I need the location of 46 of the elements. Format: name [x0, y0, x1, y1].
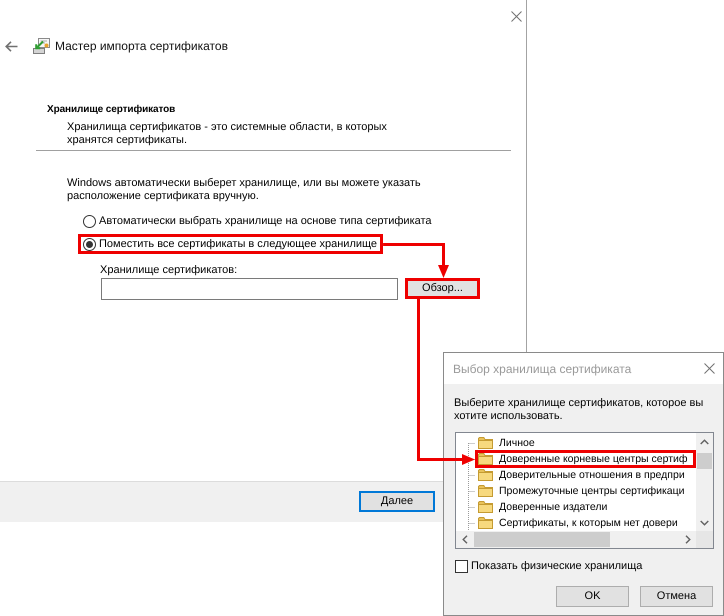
chevron-right-icon[interactable] — [684, 535, 690, 544]
certificate-import-icon — [33, 38, 50, 54]
dialog-button[interactable]: OK — [556, 586, 629, 607]
dialog-button[interactable]: Отмена — [640, 586, 713, 607]
radio-label[interactable]: Поместить все сертификаты в следующее хранилище — [99, 237, 378, 251]
chevron-down-icon[interactable] — [700, 520, 709, 526]
folder-icon — [478, 485, 493, 497]
close-icon — [511, 11, 522, 22]
next-button[interactable]: Далее — [359, 491, 435, 512]
horizontal-scrollbar[interactable] — [456, 531, 696, 548]
browse-button[interactable]: Обзор... — [408, 281, 477, 296]
back-button[interactable] — [5, 40, 18, 52]
radio-label[interactable]: Автоматически выбрать хранилище на основе типа сертификата — [99, 214, 432, 228]
scrollbar-thumb[interactable] — [474, 532, 610, 547]
checkbox-label[interactable]: Показать физические хранилища — [471, 560, 642, 572]
scrollbar-thumb[interactable] — [697, 453, 712, 469]
section-heading: Хранилище сертификатов — [47, 103, 176, 117]
close-button[interactable] — [704, 363, 715, 374]
field-label: Хранилище сертификатов: — [100, 263, 238, 277]
radio-button[interactable] — [83, 214, 96, 228]
close-button[interactable] — [511, 10, 522, 23]
window-title: Мастер импорта сертификатов — [55, 38, 228, 55]
store-item[interactable]: Доверенные корневые центры сертиф — [478, 453, 693, 465]
dialog-prompt: Выберите хранилище сертификатов, которое вы хотите использовать. — [454, 397, 704, 423]
back-arrow-icon — [5, 40, 18, 52]
folder-icon — [478, 469, 493, 481]
intro-text: Windows автоматически выберет хранилище, или вы можете указать расположение сертификата вручную. — [67, 177, 422, 203]
store-item[interactable]: Сертификаты, к которым нет довери — [478, 517, 693, 529]
store-item[interactable]: Промежуточные центры сертификаци — [478, 485, 693, 497]
radio-button[interactable] — [83, 238, 96, 250]
store-item[interactable]: Личное — [478, 437, 693, 449]
vertical-scrollbar[interactable] — [696, 433, 713, 531]
folder-icon — [478, 453, 493, 465]
store-input-field[interactable] — [101, 278, 398, 300]
store-item[interactable]: Доверительные отношения в предпри — [478, 469, 693, 481]
scrollbar-corner — [696, 531, 713, 548]
folder-icon — [478, 517, 493, 529]
folder-icon — [478, 437, 493, 449]
chevron-up-icon[interactable] — [700, 438, 709, 444]
folder-icon — [478, 501, 493, 513]
dialog-title: Выбор хранилища сертификата — [453, 360, 632, 376]
section-description: Хранилища сертификатов - это системные области, в которых хранятся сертификаты. — [67, 121, 388, 147]
close-icon — [704, 363, 715, 374]
store-item[interactable]: Доверенные издатели — [478, 501, 693, 513]
chevron-left-icon[interactable] — [462, 535, 468, 544]
checkbox[interactable] — [455, 560, 468, 572]
